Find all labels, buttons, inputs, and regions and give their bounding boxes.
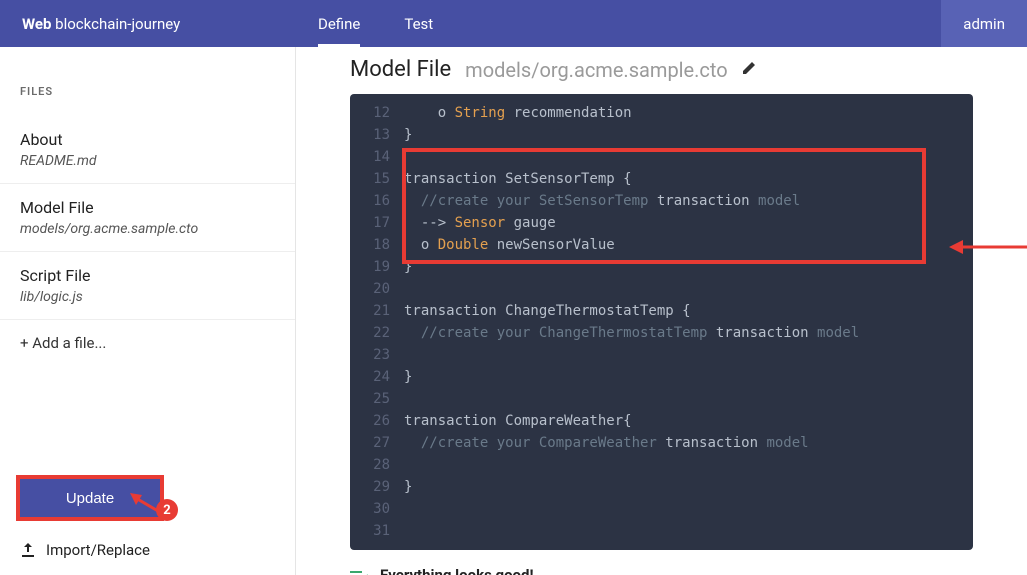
line-number: 19 xyxy=(350,256,404,278)
line-number: 20 xyxy=(350,278,404,300)
code-line[interactable]: 18 o Double newSensorValue xyxy=(350,234,973,256)
arrow-icon xyxy=(130,493,160,513)
header-tabs: Define Test xyxy=(296,0,455,47)
callout-2: 2 xyxy=(156,499,178,521)
file-title: About xyxy=(20,130,275,149)
line-number: 29 xyxy=(350,476,404,498)
line-number: 31 xyxy=(350,520,404,542)
file-sub: models/org.acme.sample.cto xyxy=(20,221,275,237)
line-number: 18 xyxy=(350,234,404,256)
code-text: } xyxy=(404,476,412,498)
line-number: 26 xyxy=(350,410,404,432)
code-text: //create your ChangeThermostatTemp trans… xyxy=(404,322,859,344)
line-number: 16 xyxy=(350,190,404,212)
sidebar: FILES About README.md Model File models/… xyxy=(0,47,296,575)
line-number: 12 xyxy=(350,102,404,124)
code-line[interactable]: 25 xyxy=(350,388,973,410)
file-title: Model File xyxy=(20,198,275,217)
line-number: 15 xyxy=(350,168,404,190)
import-replace-button[interactable]: Import/Replace xyxy=(0,531,295,575)
line-number: 22 xyxy=(350,322,404,344)
line-number: 21 xyxy=(350,300,404,322)
line-number: 23 xyxy=(350,344,404,366)
sidebar-item-script-file[interactable]: Script File lib/logic.js xyxy=(0,252,295,320)
file-sub: lib/logic.js xyxy=(20,289,275,305)
code-line[interactable]: 19} xyxy=(350,256,973,278)
code-line[interactable]: 28 xyxy=(350,454,973,476)
top-header: Web blockchain-journey Define Test admin xyxy=(0,0,1027,47)
code-text: transaction CompareWeather{ xyxy=(404,410,632,432)
sidebar-item-about[interactable]: About README.md xyxy=(0,116,295,184)
breadcrumb: Model File models/org.acme.sample.cto xyxy=(316,47,1007,94)
line-number: 28 xyxy=(350,454,404,476)
code-text: } xyxy=(404,124,412,146)
code-line[interactable]: 15transaction SetSensorTemp { xyxy=(350,168,973,190)
code-line[interactable]: 27 //create your CompareWeather transact… xyxy=(350,432,973,454)
code-text: --> Sensor gauge xyxy=(404,212,556,234)
files-section-label: FILES xyxy=(0,85,295,116)
code-text: transaction ChangeThermostatTemp { xyxy=(404,300,691,322)
add-file-button[interactable]: + Add a file... xyxy=(0,320,295,366)
code-line[interactable]: 17 --> Sensor gauge xyxy=(350,212,973,234)
code-text: o Double newSensorValue xyxy=(404,234,615,256)
code-line[interactable]: 31 xyxy=(350,520,973,542)
brand: Web blockchain-journey xyxy=(0,15,296,33)
code-line[interactable]: 20 xyxy=(350,278,973,300)
line-number: 14 xyxy=(350,146,404,168)
line-number: 17 xyxy=(350,212,404,234)
code-text: //create your CompareWeather transaction… xyxy=(404,432,809,454)
code-line[interactable]: 30 xyxy=(350,498,973,520)
code-line[interactable]: 14 xyxy=(350,146,973,168)
code-text: o String recommendation xyxy=(404,102,632,124)
code-text: //create your SetSensorTemp transaction … xyxy=(404,190,800,212)
code-line[interactable]: 23 xyxy=(350,344,973,366)
callout-1: 1 xyxy=(949,232,1027,262)
content-area: Model File models/org.acme.sample.cto 12… xyxy=(296,47,1027,575)
file-title: Script File xyxy=(20,266,275,285)
check-icon xyxy=(350,568,368,575)
status-row: Everything looks good! Any problems dete… xyxy=(316,550,1007,575)
code-line[interactable]: 29} xyxy=(350,476,973,498)
edit-icon[interactable] xyxy=(742,60,756,79)
code-line[interactable]: 22 //create your ChangeThermostatTemp tr… xyxy=(350,322,973,344)
user-menu[interactable]: admin xyxy=(941,0,1027,47)
line-number: 13 xyxy=(350,124,404,146)
code-line[interactable]: 21transaction ChangeThermostatTemp { xyxy=(350,300,973,322)
code-line[interactable]: 12 o String recommendation xyxy=(350,102,973,124)
upload-icon xyxy=(20,542,36,558)
line-number: 27 xyxy=(350,432,404,454)
brand-rest: blockchain-journey xyxy=(55,15,180,33)
tab-define[interactable]: Define xyxy=(296,0,382,47)
status-title: Everything looks good! xyxy=(380,566,750,575)
page-title: Model File xyxy=(350,57,451,82)
line-number: 25 xyxy=(350,388,404,410)
code-line[interactable]: 16 //create your SetSensorTemp transacti… xyxy=(350,190,973,212)
sidebar-item-model-file[interactable]: Model File models/org.acme.sample.cto xyxy=(0,184,295,252)
import-label: Import/Replace xyxy=(46,541,150,559)
tab-test[interactable]: Test xyxy=(382,0,455,47)
page-path: models/org.acme.sample.cto xyxy=(465,58,727,82)
code-text: } xyxy=(404,366,412,388)
line-number: 30 xyxy=(350,498,404,520)
code-editor[interactable]: 12 o String recommendation13}1415transac… xyxy=(350,94,973,550)
code-line[interactable]: 26transaction CompareWeather{ xyxy=(350,410,973,432)
code-line[interactable]: 13} xyxy=(350,124,973,146)
file-sub: README.md xyxy=(20,153,275,169)
line-number: 24 xyxy=(350,366,404,388)
brand-bold: Web xyxy=(22,15,51,33)
code-text: transaction SetSensorTemp { xyxy=(404,168,632,190)
code-text: } xyxy=(404,256,412,278)
arrow-icon xyxy=(949,232,1027,262)
code-line[interactable]: 24} xyxy=(350,366,973,388)
